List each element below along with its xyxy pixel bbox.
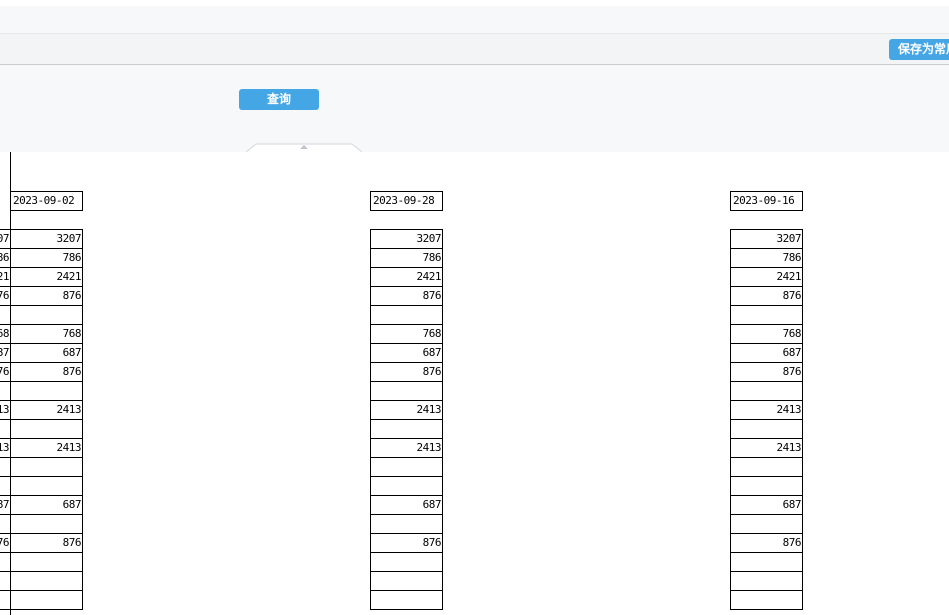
value-cell: 768 bbox=[370, 324, 443, 344]
value-cell: 876 bbox=[730, 362, 803, 382]
value-cell: 876 bbox=[730, 533, 803, 553]
toolbar-band bbox=[0, 6, 949, 34]
value-cell bbox=[10, 476, 83, 496]
value-cell: 768 bbox=[10, 324, 83, 344]
date-header-cell: 2023-09-02 bbox=[10, 191, 83, 211]
value-cell: 786 bbox=[370, 248, 443, 268]
value-cell bbox=[10, 571, 83, 591]
date-header-cell: 2023-09-28 bbox=[370, 191, 443, 211]
date-header-cell: 2023-09-16 bbox=[730, 191, 803, 211]
filter-panel bbox=[0, 65, 949, 152]
value-cell: 687 bbox=[10, 343, 83, 363]
value-cell: 3207 bbox=[370, 229, 443, 249]
value-cell: 876 bbox=[370, 362, 443, 382]
value-cell: 768 bbox=[730, 324, 803, 344]
value-cell: 876 bbox=[10, 362, 83, 382]
value-cell: 876 bbox=[370, 533, 443, 553]
value-cell: 2413 bbox=[730, 400, 803, 420]
value-cell bbox=[370, 552, 443, 572]
value-cell bbox=[370, 419, 443, 439]
value-cell bbox=[370, 457, 443, 477]
value-cell bbox=[730, 305, 803, 325]
value-cell bbox=[730, 590, 803, 610]
value-cell: 2413 bbox=[730, 438, 803, 458]
value-cell bbox=[10, 514, 83, 534]
value-cell: 2413 bbox=[10, 438, 83, 458]
value-cell: 876 bbox=[730, 286, 803, 306]
value-cell: 3207 bbox=[10, 229, 83, 249]
value-cell: 2421 bbox=[370, 267, 443, 287]
value-cell bbox=[730, 457, 803, 477]
value-cell bbox=[10, 381, 83, 401]
value-cell: 2421 bbox=[10, 267, 83, 287]
value-cell bbox=[370, 590, 443, 610]
value-cell bbox=[730, 476, 803, 496]
value-cell bbox=[370, 381, 443, 401]
value-cell: 786 bbox=[10, 248, 83, 268]
value-cell bbox=[10, 590, 83, 610]
value-cell: 876 bbox=[370, 286, 443, 306]
collapse-panel-handle[interactable] bbox=[246, 143, 362, 152]
value-cell bbox=[730, 571, 803, 591]
value-cell bbox=[370, 514, 443, 534]
value-cell: 687 bbox=[730, 495, 803, 515]
value-cell: 2421 bbox=[730, 267, 803, 287]
value-cell: 687 bbox=[370, 343, 443, 363]
value-cell bbox=[370, 476, 443, 496]
report-area bbox=[0, 152, 949, 615]
value-cell: 687 bbox=[730, 343, 803, 363]
value-cell: 786 bbox=[730, 248, 803, 268]
value-cell bbox=[370, 571, 443, 591]
value-cell bbox=[730, 381, 803, 401]
value-cell: 687 bbox=[370, 495, 443, 515]
value-cell: 2413 bbox=[10, 400, 83, 420]
save-favorite-query-button[interactable]: 保存为常用查询 bbox=[889, 39, 949, 60]
action-bar bbox=[0, 34, 949, 65]
value-cell bbox=[730, 552, 803, 572]
value-cell: 3207 bbox=[730, 229, 803, 249]
value-cell bbox=[10, 552, 83, 572]
value-cell: 2413 bbox=[370, 400, 443, 420]
value-cell bbox=[10, 305, 83, 325]
value-cell: 876 bbox=[10, 286, 83, 306]
value-cell: 687 bbox=[10, 495, 83, 515]
value-cell bbox=[730, 514, 803, 534]
value-cell bbox=[730, 419, 803, 439]
query-button[interactable]: 查询 bbox=[239, 89, 319, 110]
value-cell bbox=[10, 457, 83, 477]
value-cell bbox=[10, 419, 83, 439]
value-cell: 876 bbox=[10, 533, 83, 553]
value-cell bbox=[370, 305, 443, 325]
value-cell: 2413 bbox=[370, 438, 443, 458]
